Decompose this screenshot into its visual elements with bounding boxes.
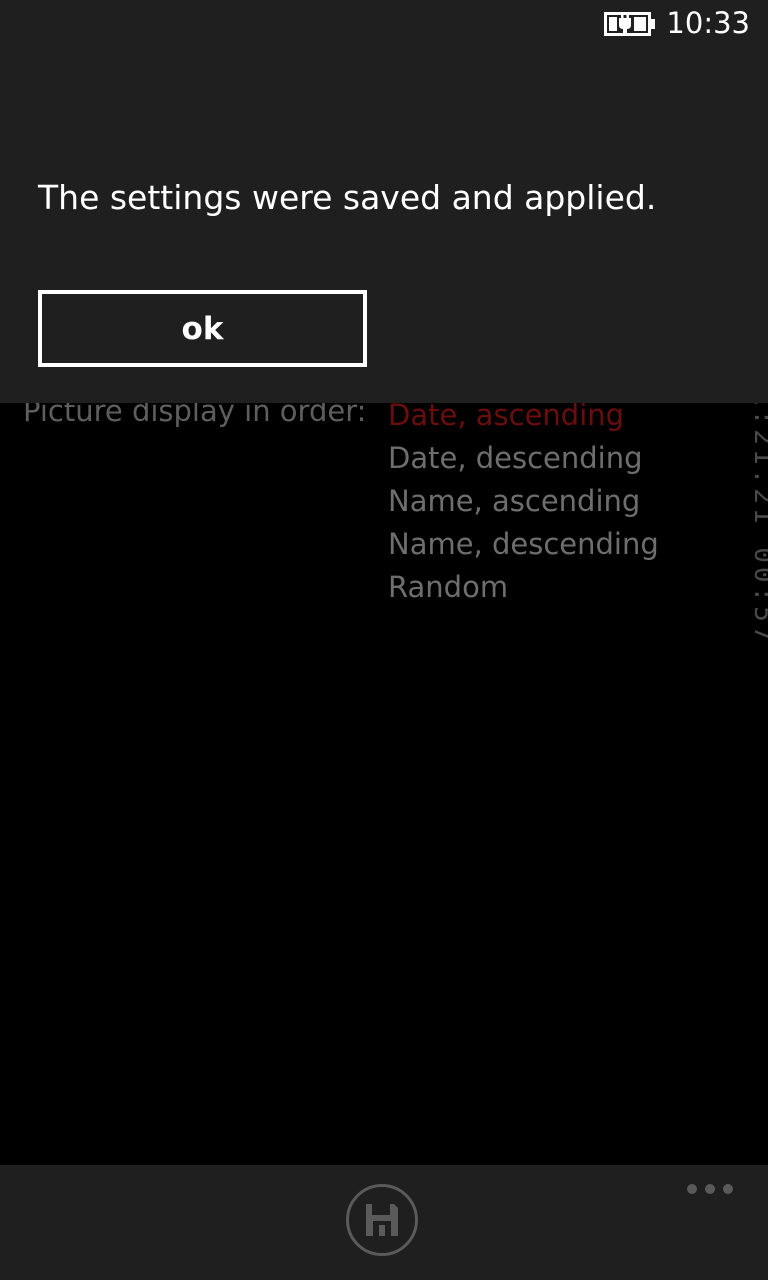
side-rotated-text: 1:21.21 00:57 bbox=[748, 390, 768, 646]
screen: Picture display in order: Date, ascendin… bbox=[0, 0, 768, 1280]
order-option-date-descending[interactable]: Date, descending bbox=[388, 437, 659, 480]
order-option-name-descending[interactable]: Name, descending bbox=[388, 523, 659, 566]
dialog-message: The settings were saved and applied. bbox=[38, 178, 657, 217]
ok-button[interactable]: ok bbox=[38, 290, 367, 367]
order-option-name-ascending[interactable]: Name, ascending bbox=[388, 480, 659, 523]
save-button[interactable] bbox=[346, 1184, 418, 1256]
message-dialog: 10:33 The settings were saved and applie… bbox=[0, 0, 768, 403]
save-icon bbox=[366, 1204, 398, 1236]
picture-order-list: Date, ascending Date, descending Name, a… bbox=[388, 394, 659, 609]
more-icon[interactable] bbox=[686, 1179, 734, 1199]
status-clock: 10:33 bbox=[666, 6, 750, 40]
app-bar bbox=[0, 1165, 768, 1280]
battery-charging-icon bbox=[604, 12, 655, 36]
order-option-random[interactable]: Random bbox=[388, 566, 659, 609]
status-bar: 10:33 bbox=[0, 0, 768, 50]
